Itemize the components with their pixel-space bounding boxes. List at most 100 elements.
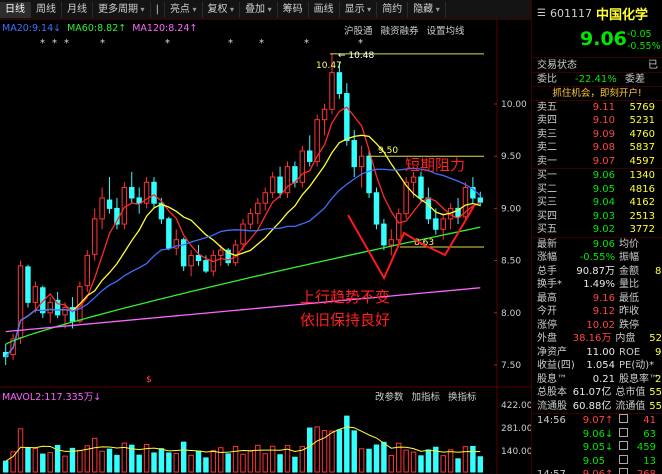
vol-link-0[interactable]: 改参数 xyxy=(375,389,404,403)
tick-arrow: ↓ xyxy=(605,428,614,440)
candle-body xyxy=(477,197,484,203)
bid-row[interactable]: 买一 9.06 1340 xyxy=(532,169,662,183)
toolbar-item-3[interactable]: 更多周期 xyxy=(93,1,151,18)
ma-legend-item: MA120:8.24↑ xyxy=(132,23,198,34)
toolbar-item-11[interactable]: 简约 xyxy=(377,1,409,18)
chart-link-1[interactable]: 融资融券 xyxy=(381,23,419,37)
toolbar-item-7[interactable]: 叠加 xyxy=(240,1,278,18)
volume-bar xyxy=(114,454,120,473)
bid-volume: 3772 xyxy=(629,224,655,235)
stat-value: 0.21 xyxy=(592,373,615,385)
volume-tick-label: 422.00 xyxy=(501,401,531,411)
volume-bar xyxy=(366,448,372,473)
candle-body xyxy=(218,249,224,256)
stat-label-2: PE(动)* xyxy=(619,360,655,371)
volume-bar xyxy=(158,448,165,473)
price-change: -0.05 -0.55% xyxy=(627,29,661,53)
stat-label-2: 最低 xyxy=(619,292,639,304)
support-price-label: 8.63 xyxy=(414,238,434,248)
candle-body xyxy=(418,176,424,199)
event-marker-icon: * xyxy=(228,38,233,49)
toolbar-item-6[interactable]: 复权 xyxy=(203,1,241,18)
candle-body xyxy=(410,176,417,183)
ask-row[interactable]: 卖二 9.08 5837 xyxy=(532,141,662,155)
volume-bar xyxy=(32,448,39,473)
stat-label-2: 内盘 xyxy=(615,333,636,344)
ask-row[interactable]: 卖四 9.10 5231 xyxy=(532,114,662,128)
toolbar-item-8[interactable]: 筹码 xyxy=(278,1,309,18)
ma-legend: MA20:9.14↓ MA60:8.82↑ MA120:8.24↑ xyxy=(2,23,197,34)
candle-body xyxy=(425,197,432,220)
stat-label: 股息™ xyxy=(537,373,567,385)
ask-book: 卖五 9.11 5769 卖四 9.10 5231 卖三 9.09 4760 卖二 9.08 5837… xyxy=(532,101,662,169)
stat-value-2: 2 xyxy=(655,373,662,385)
candle-body xyxy=(32,286,39,303)
candle-body xyxy=(336,72,343,95)
candle-body xyxy=(129,187,135,199)
bid-row[interactable]: 买三 9.04 4162 xyxy=(532,196,662,210)
stat-value-2: 52 xyxy=(649,333,662,344)
ma20-line xyxy=(5,167,481,358)
stat-label: 今开 xyxy=(537,306,557,317)
toolbar-item-9[interactable]: 画线 xyxy=(309,1,340,18)
bid-price: 9.04 xyxy=(592,197,615,208)
period-toolbar: 日线周线月线更多周期|亮点复权叠加筹码画线显示简约隐藏 xyxy=(0,0,531,20)
bid-label: 买二 xyxy=(537,183,557,195)
bid-row[interactable]: 买二 9.05 4816 xyxy=(532,183,662,197)
toolbar-item-0[interactable]: 日线 xyxy=(0,1,31,18)
toolbar-item-5[interactable]: 亮点 xyxy=(165,1,203,18)
toolbar-item-10[interactable]: 显示 xyxy=(340,1,378,18)
candle-body xyxy=(99,197,105,220)
kline-chart[interactable]: 10.00 9.50 9.00 8.50 8.00 7.50 ← 10.48 10.47 9.5… xyxy=(0,20,531,474)
volume-bar xyxy=(232,445,239,473)
toolbar-item-4[interactable]: | xyxy=(151,1,165,18)
bid-row[interactable]: 买四 9.03 2513 xyxy=(532,210,662,224)
volume-bar xyxy=(255,444,261,473)
ask-volume: 5769 xyxy=(629,101,655,113)
chart-link-0[interactable]: 沪股通 xyxy=(344,23,373,37)
open-account-promo[interactable]: 抓住机会，即刻开户! xyxy=(532,87,662,101)
candle-body xyxy=(203,260,209,272)
volume-tick-label: 281.00 xyxy=(501,424,531,434)
vol-link-2[interactable]: 换指标 xyxy=(448,389,477,403)
resistance-price-label: 9.50 xyxy=(378,146,398,156)
candle-body xyxy=(91,218,98,255)
volume-bar xyxy=(262,453,268,473)
ask-label: 卖四 xyxy=(537,115,557,126)
stat-label: 净资产 xyxy=(537,346,567,358)
change-value: -0.05 xyxy=(627,29,652,40)
vol-link-1[interactable]: 加指标 xyxy=(412,389,441,403)
stat-label: 总股本 xyxy=(537,387,567,398)
trade-status-label: 交易状态 xyxy=(537,60,577,71)
volume-bar xyxy=(47,452,53,473)
candle-body xyxy=(84,254,91,287)
stat-value: 9.12 xyxy=(592,306,615,317)
volume-bar xyxy=(17,428,24,473)
chart-links: 沪股通 融资融券 设置均线 xyxy=(344,23,465,37)
chart-link-2[interactable]: 设置均线 xyxy=(427,23,465,37)
candle-body xyxy=(47,301,53,314)
ask-row[interactable]: 卖一 9.07 4597 xyxy=(532,155,662,169)
ask-row[interactable]: 卖五 9.11 5769 xyxy=(532,101,662,115)
volume-bar xyxy=(99,450,105,473)
bid-volume: 4162 xyxy=(629,197,655,208)
tick-time xyxy=(537,455,571,469)
menu-icon[interactable]: ☰ xyxy=(537,8,546,19)
volume-bar xyxy=(307,427,313,473)
volume-bar xyxy=(106,448,113,473)
ask-row[interactable]: 卖三 9.09 4760 xyxy=(532,128,662,142)
toolbar-item-2[interactable]: 月线 xyxy=(62,1,93,18)
toolbar-item-12[interactable]: 隐藏 xyxy=(408,1,446,18)
chart-canvas[interactable]: 10.00 9.50 9.00 8.50 8.00 7.50 ← 10.4810.47 9.5… xyxy=(0,20,531,474)
stat-row: 最高 9.16 最低 xyxy=(532,292,662,306)
event-marker-icon: * xyxy=(304,38,309,49)
stat-row: 总股本 61.07亿 总市值 55 xyxy=(532,386,662,400)
stat-value: 9.06 xyxy=(592,238,615,250)
tick-price: 9.05 xyxy=(582,455,605,467)
tick-list: 14:569.07↑419.06↓639.05↓4599.051314:579.… xyxy=(532,414,662,474)
ask-volume: 5231 xyxy=(629,115,655,126)
bid-row[interactable]: 买五 9.02 3772 xyxy=(532,223,662,237)
stat-value: 38.16万 xyxy=(572,333,612,344)
volume-bar xyxy=(351,430,357,473)
toolbar-item-1[interactable]: 周线 xyxy=(31,1,62,18)
